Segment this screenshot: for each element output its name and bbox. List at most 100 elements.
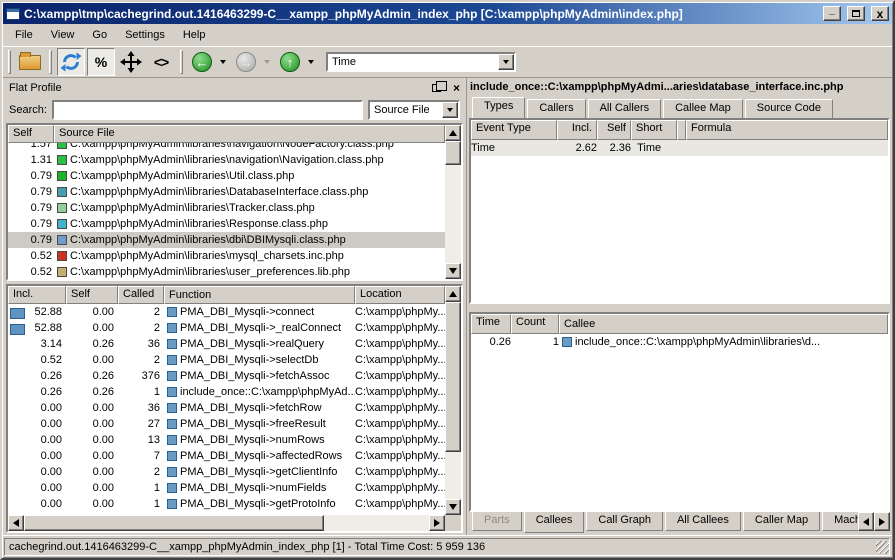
- function-name: PMA_DBI_Mysqli->numRows: [180, 434, 325, 446]
- up-button[interactable]: ↑: [276, 48, 304, 76]
- column-header-self[interactable]: Self: [66, 286, 118, 304]
- source-file-row[interactable]: 0.79C:\xampp\phpMyAdmin\libraries\Tracke…: [8, 200, 445, 216]
- scroll-up-button[interactable]: [445, 286, 461, 302]
- tab-callee-map[interactable]: Callee Map: [663, 99, 743, 118]
- scrollbar-thumb[interactable]: [24, 515, 324, 531]
- function-row[interactable]: 0.000.0027PMA_DBI_Mysqli->freeResultC:\x…: [8, 416, 445, 432]
- tab-types[interactable]: Types: [472, 97, 525, 118]
- toolbar-handle[interactable]: [180, 50, 183, 74]
- source-file-row[interactable]: 1.31C:\xampp\phpMyAdmin\libraries\naviga…: [8, 152, 445, 168]
- scrollbar-track[interactable]: [445, 452, 461, 499]
- column-header-event-type[interactable]: Event Type: [471, 120, 557, 140]
- tab-caller-map[interactable]: Caller Map: [743, 512, 820, 531]
- scroll-down-button[interactable]: [445, 263, 461, 279]
- search-input[interactable]: [52, 100, 363, 120]
- tab-call-graph[interactable]: Call Graph: [586, 512, 663, 531]
- minimize-button[interactable]: _: [823, 6, 841, 21]
- function-row[interactable]: 0.000.002PMA_DBI_Mysqli->getClientInfoC:…: [8, 464, 445, 480]
- close-dock-icon[interactable]: ×: [453, 82, 460, 94]
- source-file-row[interactable]: 0.52C:\xampp\phpMyAdmin\libraries\mysql_…: [8, 248, 445, 264]
- column-header-incl[interactable]: Incl.: [557, 120, 597, 140]
- tab-source-code[interactable]: Source Code: [745, 99, 833, 118]
- back-dropdown-icon[interactable]: [220, 60, 226, 64]
- tab-scroll-right-button[interactable]: [874, 512, 890, 531]
- event-type-combo[interactable]: Time: [326, 52, 516, 72]
- column-header-self[interactable]: Self: [597, 120, 631, 140]
- column-header-spacer[interactable]: [677, 120, 686, 140]
- source-file-row[interactable]: 0.79C:\xampp\phpMyAdmin\libraries\Respon…: [8, 216, 445, 232]
- reload-button[interactable]: [57, 48, 85, 76]
- float-dock-icon[interactable]: [432, 84, 441, 92]
- tab-all-callees[interactable]: All Callees: [665, 512, 741, 531]
- location-value: C:\xampp\phpMy...: [355, 418, 445, 430]
- column-header-incl[interactable]: Incl.: [8, 286, 66, 304]
- tab-scroll-left-button[interactable]: [858, 512, 874, 531]
- column-header-self[interactable]: Self: [8, 125, 54, 143]
- source-file-row[interactable]: 0.52C:\xampp\phpMyAdmin\libraries\user_p…: [8, 264, 445, 279]
- function-row[interactable]: 0.000.0036PMA_DBI_Mysqli->fetchRowC:\xam…: [8, 400, 445, 416]
- scrollbar-thumb[interactable]: [445, 141, 461, 165]
- scroll-down-button[interactable]: [445, 499, 461, 515]
- function-row[interactable]: 0.000.001PMA_DBI_Mysqli->getProtoInfoC:\…: [8, 496, 445, 512]
- column-header-time[interactable]: Time: [471, 314, 511, 334]
- scrollbar-thumb[interactable]: [445, 302, 461, 452]
- callee-row[interactable]: 0.261include_once::C:\xampp\phpMyAdmin\l…: [471, 334, 888, 350]
- column-header-source-file[interactable]: Source File: [54, 125, 445, 143]
- function-horizontal-scrollbar[interactable]: [8, 515, 445, 531]
- combo-dropdown-button[interactable]: [498, 54, 514, 70]
- tab-all-callers[interactable]: All Callers: [588, 99, 662, 118]
- scroll-left-button[interactable]: [8, 515, 24, 531]
- menu-view[interactable]: View: [43, 27, 83, 43]
- scroll-right-button[interactable]: [429, 515, 445, 531]
- function-row[interactable]: 3.140.2636PMA_DBI_Mysqli->realQueryC:\xa…: [8, 336, 445, 352]
- source-file-row[interactable]: 0.79C:\xampp\phpMyAdmin\libraries\Util.c…: [8, 168, 445, 184]
- combo-dropdown-button[interactable]: [442, 102, 458, 118]
- source-file-row[interactable]: 1.57C:\xampp\phpMyAdmin\libraries\naviga…: [8, 143, 445, 152]
- close-button[interactable]: x: [871, 6, 889, 21]
- function-row[interactable]: 0.000.007PMA_DBI_Mysqli->affectedRowsC:\…: [8, 448, 445, 464]
- scroll-up-button[interactable]: [445, 125, 461, 141]
- tab-parts[interactable]: Parts: [472, 512, 522, 531]
- function-row[interactable]: 0.260.261include_once::C:\xampp\phpMyAd.…: [8, 384, 445, 400]
- scrollbar-track[interactable]: [324, 515, 429, 531]
- relative-percent-button[interactable]: %: [87, 48, 115, 76]
- function-row[interactable]: 0.520.002PMA_DBI_Mysqli->selectDbC:\xamp…: [8, 352, 445, 368]
- toolbar-handle[interactable]: [49, 50, 52, 74]
- back-button[interactable]: ←: [188, 48, 216, 76]
- forward-dropdown-icon[interactable]: [264, 60, 270, 64]
- source-vertical-scrollbar[interactable]: [445, 125, 461, 279]
- column-header-callee[interactable]: Callee: [559, 314, 888, 334]
- column-header-formula[interactable]: Formula: [686, 120, 888, 140]
- function-row[interactable]: 0.000.001PMA_DBI_Mysqli->numFieldsC:\xam…: [8, 480, 445, 496]
- column-header-location[interactable]: Location: [355, 286, 445, 304]
- tab-callers[interactable]: Callers: [527, 99, 585, 118]
- function-vertical-scrollbar[interactable]: [445, 286, 461, 515]
- function-row[interactable]: 52.880.002PMA_DBI_Mysqli->connectC:\xamp…: [8, 304, 445, 320]
- column-header-function[interactable]: Function: [164, 286, 355, 304]
- maximize-button[interactable]: [847, 6, 865, 21]
- forward-button[interactable]: →: [232, 48, 260, 76]
- function-row[interactable]: 0.000.0013PMA_DBI_Mysqli->numRowsC:\xamp…: [8, 432, 445, 448]
- source-file-row[interactable]: 0.79C:\xampp\phpMyAdmin\libraries\Databa…: [8, 184, 445, 200]
- function-row[interactable]: 0.260.26376PMA_DBI_Mysqli->fetchAssocC:\…: [8, 368, 445, 384]
- resize-grip[interactable]: [876, 541, 889, 554]
- tab-callees[interactable]: Callees: [524, 512, 585, 533]
- function-row[interactable]: 52.880.002PMA_DBI_Mysqli->_realConnectC:…: [8, 320, 445, 336]
- menu-help[interactable]: Help: [175, 27, 214, 43]
- scrollbar-track[interactable]: [445, 165, 461, 263]
- menu-go[interactable]: Go: [84, 27, 115, 43]
- event-type-row[interactable]: Time2.622.36 Time: [471, 140, 888, 156]
- column-header-short[interactable]: Short: [631, 120, 677, 140]
- up-dropdown-icon[interactable]: [308, 60, 314, 64]
- cycle-detection-button[interactable]: <>: [147, 48, 175, 76]
- function-table: Incl. Self Called Function Location 52.8…: [6, 284, 463, 533]
- toolbar-handle[interactable]: [8, 50, 11, 74]
- menu-file[interactable]: File: [7, 27, 41, 43]
- column-header-count[interactable]: Count: [511, 314, 559, 334]
- grouping-combo[interactable]: Source File: [368, 100, 460, 120]
- open-file-button[interactable]: [16, 48, 44, 76]
- source-file-row[interactable]: 0.79C:\xampp\phpMyAdmin\libraries\dbi\DB…: [8, 232, 445, 248]
- expand-areas-button[interactable]: [117, 48, 145, 76]
- column-header-called[interactable]: Called: [118, 286, 164, 304]
- menu-settings[interactable]: Settings: [117, 27, 173, 43]
